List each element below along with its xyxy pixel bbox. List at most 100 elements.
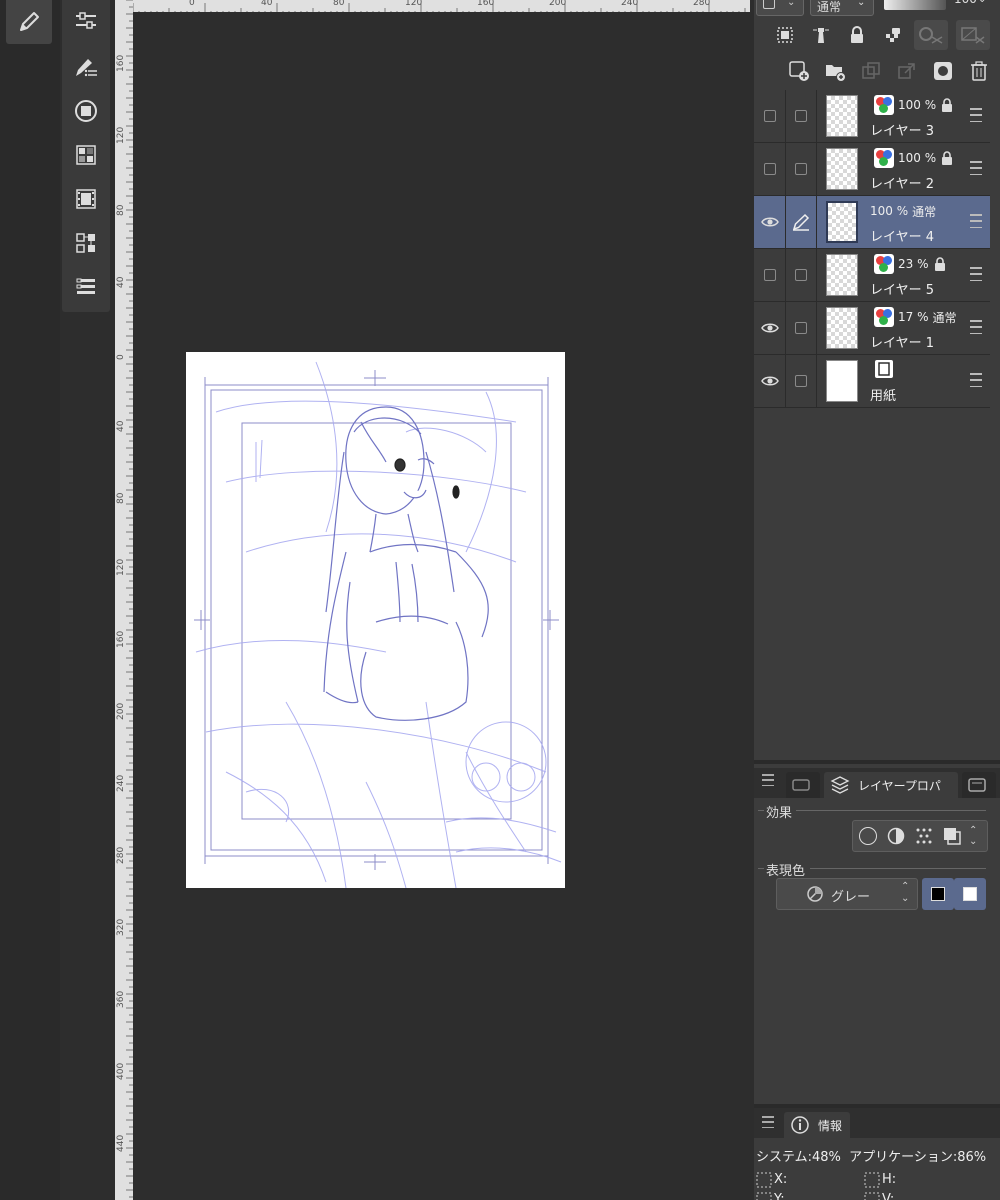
panel-menu-icon[interactable]	[762, 1116, 774, 1128]
layer-meta: 100 % 通常	[870, 201, 936, 221]
drag-handle-icon[interactable]	[970, 267, 982, 281]
property-tab-bar: レイヤープロパ	[754, 768, 1000, 798]
layer-color-dropdown[interactable]: ⌄	[756, 0, 804, 16]
tone-effect-button[interactable]	[887, 827, 905, 845]
layer-opacity: 100 %	[870, 204, 909, 218]
color-set-button[interactable]	[71, 140, 101, 170]
info-tab-label: 情報	[818, 1118, 843, 1133]
layer-row[interactable]: 100 % レイヤー 3	[754, 90, 990, 143]
stepper-icon[interactable]: ⌃ ⌄	[969, 825, 977, 847]
ruler-label: 200	[116, 702, 126, 720]
layer-visibility-toggle[interactable]	[754, 302, 786, 354]
ruler-label: 40	[116, 420, 126, 432]
layer-row[interactable]: 100 % レイヤー 2	[754, 143, 990, 196]
layer-panel-header: ⌄ 通常 ⌄ 100 ⌄	[754, 0, 1000, 92]
draft-layer-button[interactable]	[808, 22, 834, 48]
layer-meta: 100 %	[874, 148, 954, 168]
transfer-layer-button[interactable]	[858, 58, 884, 84]
layer-row[interactable]: 100 % 通常 レイヤー 4	[754, 196, 990, 249]
layer-edit-target-toggle[interactable]	[786, 143, 817, 195]
ruler-label: 280	[693, 0, 711, 8]
layer-thumbnail	[826, 95, 858, 137]
new-folder-button[interactable]	[822, 58, 848, 84]
material-button[interactable]	[71, 96, 101, 126]
opacity-slider[interactable]	[884, 0, 946, 10]
tab-tool-property[interactable]	[786, 772, 820, 798]
edit-target-checkbox	[795, 110, 807, 122]
lock-icon	[940, 151, 954, 165]
layer-edit-target-toggle[interactable]	[786, 249, 817, 301]
app-window: 0 40 80 120 160 200 240 280 160 120 80 40 0 40 80 120 1…	[0, 0, 1000, 1200]
clip-layer-button[interactable]	[914, 20, 948, 50]
drag-handle-icon[interactable]	[970, 320, 982, 334]
tab-info[interactable]: 情報	[784, 1112, 850, 1138]
memory-usage-text: システム:48% アプリケーション:86%	[756, 1150, 987, 1165]
panel-menu-icon[interactable]	[762, 774, 774, 786]
layer-row[interactable]: 用紙	[754, 355, 990, 408]
white-swatch-button[interactable]	[954, 878, 986, 910]
ruler-label: 120	[116, 558, 126, 576]
border-effect-icon[interactable]	[859, 827, 877, 845]
expression-color-select[interactable]: グレー ⌃ ⌄	[776, 878, 918, 910]
tone-dot-button[interactable]	[915, 827, 933, 845]
active-tool-button[interactable]	[6, 0, 52, 44]
layer-opacity: 100 %	[898, 98, 937, 112]
reference-layer-button[interactable]	[772, 22, 798, 48]
layer-row[interactable]: 17 % 通常 レイヤー 1	[754, 302, 990, 355]
layer-edit-target-toggle[interactable]	[786, 196, 817, 248]
blend-mode-select[interactable]: 通常 ⌄	[810, 0, 874, 16]
sub-tool-settings-button[interactable]	[71, 6, 101, 36]
lock-transparency-button[interactable]	[880, 22, 906, 48]
x-position-icon	[756, 1172, 772, 1188]
navigator-button[interactable]	[71, 228, 101, 258]
lock-layer-button[interactable]	[844, 22, 870, 48]
merge-layer-button[interactable]	[894, 58, 920, 84]
paper-icon	[874, 359, 894, 382]
square-icon	[763, 0, 775, 9]
layer-visibility-toggle[interactable]	[754, 90, 786, 142]
color-mode-icon	[874, 254, 894, 274]
brush-size-button[interactable]	[71, 52, 101, 82]
ruler-label: 80	[116, 492, 126, 504]
clip-icon	[919, 27, 943, 44]
drawing-paper[interactable]	[186, 352, 565, 889]
timeline-button[interactable]	[71, 184, 101, 214]
stepper-icon: ⌃ ⌄	[901, 881, 910, 904]
pen-icon	[792, 213, 810, 231]
sketch-drawing	[194, 361, 562, 889]
layer-list-button[interactable]	[71, 272, 101, 302]
layer-blend-mode: 通常	[912, 204, 937, 219]
black-swatch-button[interactable]	[922, 878, 954, 910]
ruler-label: 160	[477, 0, 495, 8]
drag-handle-icon[interactable]	[970, 214, 982, 228]
mask-layer-button[interactable]	[956, 20, 990, 50]
layer-visibility-toggle[interactable]	[754, 249, 786, 301]
layer-color-effect-button[interactable]	[943, 827, 961, 845]
ruler-label: 440	[116, 1134, 126, 1152]
tab-sub-tool-detail[interactable]	[962, 772, 996, 798]
layer-edit-target-toggle[interactable]	[786, 90, 817, 142]
layer-blend-mode: 通常	[932, 310, 957, 325]
drag-handle-icon[interactable]	[970, 373, 982, 387]
drag-handle-icon[interactable]	[970, 161, 982, 175]
layer-meta: 17 % 通常	[874, 307, 957, 327]
layer-visibility-toggle[interactable]	[754, 196, 786, 248]
visibility-checkbox	[763, 269, 776, 281]
delete-layer-button[interactable]	[966, 58, 992, 84]
effect-label: 効果	[766, 806, 793, 821]
effect-buttons: ⌃ ⌄	[852, 820, 988, 852]
layer-row[interactable]: 23 % レイヤー 5	[754, 249, 990, 302]
canvas-area[interactable]	[133, 12, 750, 1200]
layer-visibility-toggle[interactable]	[754, 143, 786, 195]
layer-visibility-toggle[interactable]	[754, 355, 786, 407]
layer-mask-button[interactable]	[930, 58, 956, 84]
layer-edit-target-toggle[interactable]	[786, 302, 817, 354]
tab-layer-property[interactable]: レイヤープロパ	[824, 772, 958, 798]
new-raster-layer-button[interactable]	[786, 58, 812, 84]
layer-thumbnail	[826, 254, 858, 296]
info-tab-bar: 情報	[754, 1108, 1000, 1138]
ruler-label: 40	[116, 276, 126, 288]
black-swatch	[931, 887, 945, 901]
drag-handle-icon[interactable]	[970, 108, 982, 122]
layer-edit-target-toggle[interactable]	[786, 355, 817, 407]
